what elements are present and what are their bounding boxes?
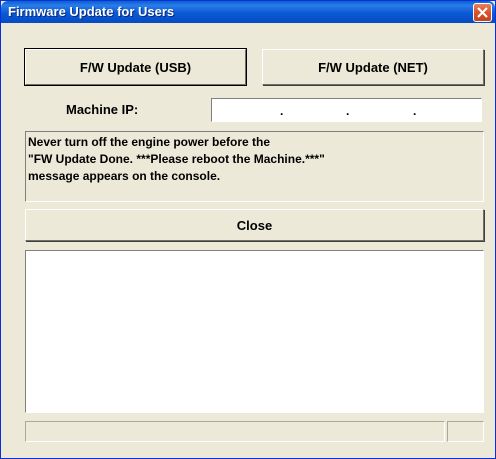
fw-update-net-button[interactable]: F/W Update (NET) — [262, 49, 484, 85]
warning-line: Never turn off the engine power before t… — [28, 135, 271, 149]
close-button[interactable]: Close — [25, 209, 484, 241]
ip-separator: . — [280, 104, 284, 118]
close-icon — [477, 7, 488, 18]
warning-line: "FW Update Done. ***Please reboot the Ma… — [28, 152, 325, 166]
machine-ip-label: Machine IP: — [66, 102, 139, 117]
ip-separator: . — [413, 104, 417, 118]
firmware-update-window: Firmware Update for Users F/W Update (US… — [0, 0, 496, 459]
warning-message: Never turn off the engine power before t… — [25, 131, 484, 202]
warning-line: message appears on the console. — [28, 169, 221, 183]
window-title: Firmware Update for Users — [8, 4, 175, 19]
window-close-button[interactable] — [473, 3, 492, 22]
machine-ip-field[interactable]: . . . — [211, 98, 482, 122]
fw-update-usb-button[interactable]: F/W Update (USB) — [24, 48, 247, 86]
status-bar-side — [447, 421, 484, 442]
log-output-area[interactable] — [25, 250, 484, 413]
ip-separator: . — [346, 104, 350, 118]
title-bar[interactable]: Firmware Update for Users — [1, 1, 495, 23]
status-bar-main — [25, 421, 445, 442]
